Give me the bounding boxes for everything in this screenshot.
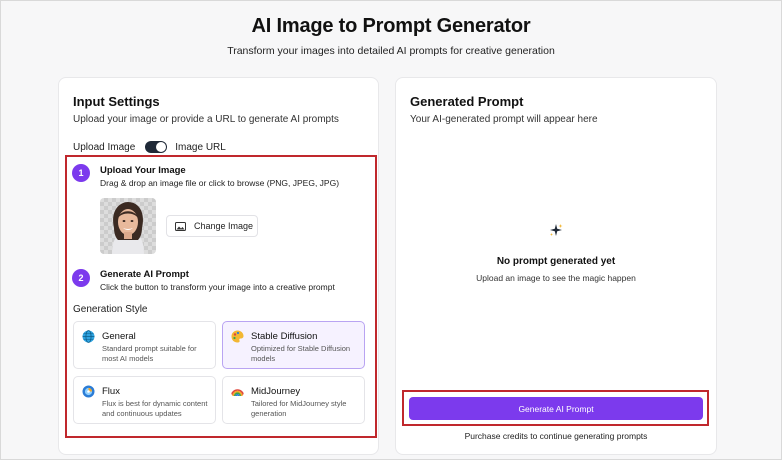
style-option-flux[interactable]: Flux Flux is best for dynamic content an… bbox=[73, 376, 216, 424]
step-1-title: Upload Your Image bbox=[100, 165, 186, 176]
style-option-stable-diffusion[interactable]: Stable Diffusion Optimized for Stable Di… bbox=[222, 321, 365, 369]
change-image-label: Change Image bbox=[194, 221, 254, 231]
input-settings-title: Input Settings bbox=[73, 94, 160, 109]
style-description: Optimized for Stable Diffusion models bbox=[251, 344, 351, 363]
globe-icon bbox=[82, 330, 95, 343]
step-1-description: Drag & drop an image file or click to br… bbox=[100, 178, 340, 188]
style-description: Standard prompt suitable for most AI mod… bbox=[102, 344, 197, 363]
style-name: MidJourney bbox=[251, 386, 301, 397]
step-1-badge: 1 bbox=[72, 164, 90, 182]
image-url-option-label[interactable]: Image URL bbox=[175, 142, 226, 153]
style-description: Tailored for MidJourney style generation bbox=[251, 399, 347, 418]
empty-state-title: No prompt generated yet bbox=[496, 256, 616, 267]
source-toggle-switch[interactable] bbox=[145, 141, 168, 153]
page-subtitle: Transform your images into detailed AI p… bbox=[227, 45, 555, 57]
toggle-knob bbox=[156, 142, 167, 152]
input-settings-description: Upload your image or provide a URL to ge… bbox=[73, 114, 339, 125]
style-name: Flux bbox=[102, 386, 120, 397]
generated-prompt-description: Your AI-generated prompt will appear her… bbox=[410, 114, 598, 125]
style-name: General bbox=[102, 331, 136, 342]
uploaded-image-thumbnail[interactable] bbox=[100, 198, 156, 254]
step-2-title: Generate AI Prompt bbox=[100, 269, 189, 280]
style-option-midjourney[interactable]: MidJourney Tailored for MidJourney style… bbox=[222, 376, 365, 424]
style-description: Flux is best for dynamic content and con… bbox=[102, 399, 208, 418]
image-icon bbox=[175, 221, 186, 231]
sparkles-icon bbox=[550, 224, 563, 236]
empty-state-description: Upload an image to see the magic happen bbox=[476, 273, 636, 283]
rainbow-icon bbox=[231, 389, 244, 397]
generated-prompt-title: Generated Prompt bbox=[410, 94, 524, 109]
source-toggle-row: Upload Image Image URL bbox=[73, 140, 226, 154]
style-option-general[interactable]: General Standard prompt suitable for mos… bbox=[73, 321, 216, 369]
step-2-description: Click the button to transform your image… bbox=[100, 282, 335, 292]
portrait-image bbox=[112, 202, 144, 254]
palette-icon bbox=[231, 330, 244, 343]
change-image-button[interactable]: Change Image bbox=[166, 215, 258, 237]
flux-icon bbox=[82, 385, 95, 398]
page-title: AI Image to Prompt Generator bbox=[251, 15, 531, 37]
generate-ai-prompt-button[interactable]: Generate AI Prompt bbox=[409, 397, 703, 420]
generation-style-label: Generation Style bbox=[73, 304, 148, 315]
style-name: Stable Diffusion bbox=[251, 331, 318, 342]
purchase-credits-note: Purchase credits to continue generating … bbox=[464, 431, 648, 441]
step-2-badge: 2 bbox=[72, 269, 90, 287]
upload-image-option-label[interactable]: Upload Image bbox=[73, 142, 135, 153]
